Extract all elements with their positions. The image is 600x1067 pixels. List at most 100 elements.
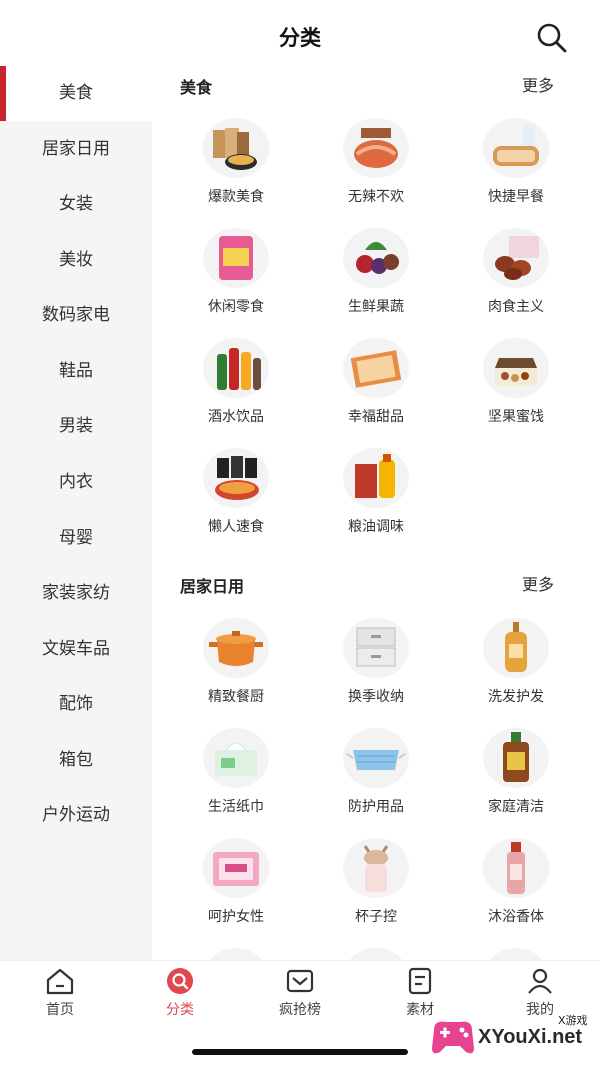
product-image — [343, 948, 409, 960]
category-tile-label: 生活纸巾 — [208, 799, 264, 815]
sidebar-item-digital[interactable]: 数码家电 — [0, 288, 152, 343]
ranking-icon — [286, 969, 314, 993]
body-wash-icon — [483, 838, 549, 898]
category-sidebar: 美食 居家日用 女装 美妆 数码家电 鞋品 男装 内衣 母婴 家装家纺 文娱车品… — [0, 66, 152, 960]
sidebar-item-bags[interactable]: 箱包 — [0, 733, 152, 788]
tab-label: 疯抢榜 — [279, 1002, 321, 1018]
profile-icon — [528, 968, 552, 994]
category-tile-label: 酒水饮品 — [208, 409, 264, 425]
category-tile-label: 幸福甜品 — [348, 409, 404, 425]
sidebar-item-womens-clothing[interactable]: 女装 — [0, 177, 152, 232]
category-tile-label: 家庭清洁 — [488, 799, 544, 815]
category-tile-label: 防护用品 — [348, 799, 404, 815]
sidebar-item-home-textile[interactable]: 家装家纺 — [0, 566, 152, 621]
category-tile-label: 生鲜果蔬 — [348, 299, 404, 315]
cup-icon — [343, 838, 409, 898]
section-title-household: 居家日用 — [180, 577, 245, 596]
sidebar-item-underwear[interactable]: 内衣 — [0, 455, 152, 510]
category-tile[interactable]: 爆款美食 — [176, 118, 296, 218]
snack-bowl-icon — [203, 118, 269, 178]
category-tile[interactable]: 精致餐厨 — [176, 618, 296, 718]
storage-box-icon — [343, 618, 409, 678]
category-tile[interactable]: 快捷早餐 — [456, 118, 576, 218]
category-tile[interactable]: 肉食主义 — [456, 228, 576, 328]
category-tile[interactable]: 幸福甜品 — [316, 338, 436, 438]
category-tile[interactable]: 呵护女性 — [176, 838, 296, 938]
disinfectant-icon — [483, 728, 549, 788]
category-tile[interactable]: 生活纸巾 — [176, 728, 296, 828]
material-icon — [408, 967, 432, 995]
sidebar-item-outdoor[interactable]: 户外运动 — [0, 788, 152, 843]
category-tile-label: 精致餐厨 — [208, 689, 264, 705]
shampoo-icon — [483, 618, 549, 678]
category-content: 美食 更多 爆款美食 无辣不欢 快捷早餐 休闲零食 生鲜果蔬 肉食主义 酒水饮品… — [152, 66, 600, 960]
product-image — [203, 948, 269, 960]
mask-icon — [343, 728, 409, 788]
sidebar-item-entertainment-car[interactable]: 文娱车品 — [0, 622, 152, 677]
oil-rice-icon — [343, 448, 409, 508]
snack-bag-icon — [203, 228, 269, 288]
tab-ranking[interactable]: 疯抢榜 — [240, 967, 360, 1027]
tab-category[interactable]: 分类 — [120, 967, 240, 1027]
tissue-icon — [203, 728, 269, 788]
category-tile-label: 肉食主义 — [488, 299, 544, 315]
category-tile[interactable]: 生鲜果蔬 — [316, 228, 436, 328]
product-image — [483, 948, 549, 960]
category-tile[interactable]: 防护用品 — [316, 728, 436, 828]
meat-icon — [483, 228, 549, 288]
category-tile[interactable] — [176, 948, 296, 960]
bottles-icon — [203, 338, 269, 398]
category-tile[interactable]: 粮油调味 — [316, 448, 436, 548]
sidebar-item-food[interactable]: 美食 — [0, 66, 152, 121]
category-tile[interactable]: 洗发护发 — [456, 618, 576, 718]
tab-label: 分类 — [166, 1002, 194, 1018]
category-tile-label: 爆款美食 — [208, 189, 264, 205]
category-tile-label: 无辣不欢 — [348, 189, 404, 205]
home-indicator[interactable] — [192, 1049, 408, 1055]
category-tile-label: 呵护女性 — [208, 909, 264, 925]
gamepad-logo-icon — [432, 1021, 474, 1054]
pad-icon — [203, 838, 269, 898]
sidebar-item-shoes[interactable]: 鞋品 — [0, 344, 152, 399]
pot-icon — [203, 618, 269, 678]
watermark-text: XYouXi.net — [478, 1026, 583, 1048]
more-link-household[interactable]: 更多 — [522, 571, 554, 595]
sidebar-item-mens-clothing[interactable]: 男装 — [0, 399, 152, 454]
category-tile-label: 粮油调味 — [348, 519, 404, 535]
category-tile[interactable]: 酒水饮品 — [176, 338, 296, 438]
category-tile[interactable] — [456, 948, 576, 960]
category-tile[interactable]: 杯子控 — [316, 838, 436, 938]
category-tile[interactable]: 家庭清洁 — [456, 728, 576, 828]
category-tile-label: 坚果蜜饯 — [488, 409, 544, 425]
fruit-icon — [343, 228, 409, 288]
tab-home[interactable]: 首页 — [0, 967, 120, 1027]
search-icon[interactable] — [536, 22, 568, 54]
sidebar-item-baby[interactable]: 母婴 — [0, 511, 152, 566]
category-tile-label: 休闲零食 — [208, 299, 264, 315]
watermark: X游戏 XYouXi.net — [426, 1008, 600, 1064]
category-tile[interactable]: 换季收纳 — [316, 618, 436, 718]
category-tile[interactable]: 沐浴香体 — [456, 838, 576, 938]
category-search-icon — [167, 968, 193, 994]
sidebar-item-accessories[interactable]: 配饰 — [0, 677, 152, 732]
top-header: 分类 — [0, 0, 600, 70]
section-title-food: 美食 — [180, 78, 213, 97]
category-tile-label: 懒人速食 — [208, 519, 264, 535]
category-tile-label: 沐浴香体 — [488, 909, 544, 925]
category-tile[interactable]: 休闲零食 — [176, 228, 296, 328]
category-tile-label: 快捷早餐 — [488, 189, 544, 205]
category-tile[interactable]: 坚果蜜饯 — [456, 338, 576, 438]
more-link-food[interactable]: 更多 — [522, 72, 554, 96]
category-tile-label: 换季收纳 — [348, 689, 404, 705]
dessert-box-icon — [343, 338, 409, 398]
sidebar-item-beauty[interactable]: 美妆 — [0, 233, 152, 288]
home-icon — [46, 968, 74, 995]
sidebar-item-household[interactable]: 居家日用 — [0, 122, 152, 177]
category-tile[interactable]: 懒人速食 — [176, 448, 296, 548]
category-tile-label: 洗发护发 — [488, 689, 544, 705]
category-tile[interactable] — [316, 948, 436, 960]
tab-label: 首页 — [46, 1002, 74, 1018]
spicy-meat-icon — [343, 118, 409, 178]
instant-noodle-icon — [203, 448, 269, 508]
category-tile[interactable]: 无辣不欢 — [316, 118, 436, 218]
